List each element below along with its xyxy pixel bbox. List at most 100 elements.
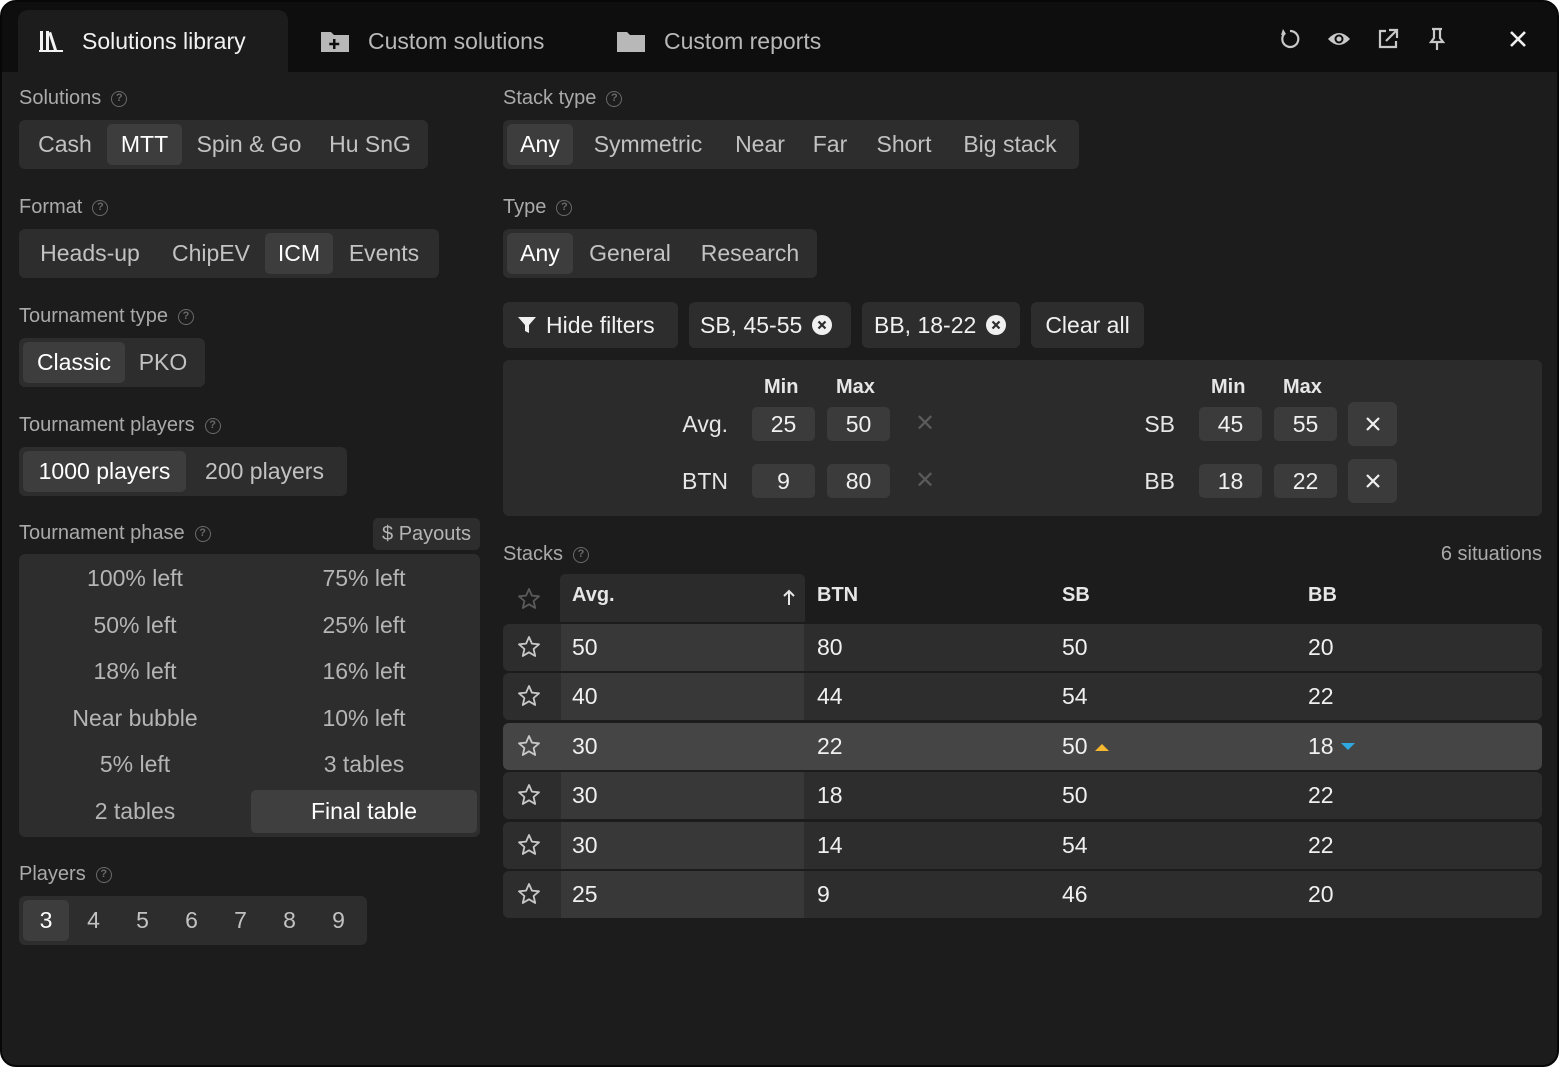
star-header-icon[interactable] [517, 587, 541, 616]
format-option-heads-up[interactable]: Heads-up [23, 233, 157, 274]
clear-all-button[interactable]: Clear all [1031, 302, 1144, 348]
phase-option-selected[interactable]: Final table [251, 790, 477, 833]
solutions-option-mtt[interactable]: MTT [107, 124, 182, 165]
payouts-button[interactable]: $ Payouts [373, 518, 480, 550]
cell-bb: 22 [1308, 683, 1334, 709]
btn-max-input[interactable]: 80 [827, 464, 890, 498]
help-icon[interactable]: ? [95, 866, 112, 883]
close-icon[interactable] [1506, 27, 1530, 51]
tournament-type-option-pko[interactable]: PKO [125, 342, 201, 383]
avg-min-input[interactable]: 25 [752, 407, 815, 441]
format-option-chipev[interactable]: ChipEV [157, 233, 265, 274]
clear-btn-icon[interactable]: ✕ [915, 466, 935, 495]
phase-option[interactable]: 50% left [22, 604, 248, 647]
remove-chip-icon[interactable] [986, 315, 1007, 335]
format-option-events[interactable]: Events [333, 233, 435, 274]
table-row[interactable]: 25 9 46 20 [503, 871, 1542, 918]
refresh-icon[interactable] [1278, 27, 1302, 51]
filter-chip-sb[interactable]: SB, 45-55 [689, 302, 851, 348]
phase-option[interactable]: Near bubble [22, 697, 248, 740]
cell-sb: 50 [1062, 733, 1110, 760]
bb-min-input[interactable]: 18 [1199, 464, 1262, 498]
tab-label: Custom solutions [368, 27, 545, 54]
tournament-players-option-200[interactable]: 200 players [186, 451, 343, 492]
sb-max-input[interactable]: 55 [1274, 407, 1337, 441]
players-option[interactable]: 3 [23, 900, 69, 941]
phase-option[interactable]: 75% left [251, 557, 477, 600]
phase-option[interactable]: 2 tables [22, 790, 248, 833]
clear-sb-button[interactable] [1348, 402, 1397, 446]
players-option[interactable]: 4 [69, 900, 118, 941]
table-row-selected[interactable]: 30 22 50 18 [503, 723, 1542, 770]
stack-type-option-any[interactable]: Any [507, 124, 573, 165]
table-row[interactable]: 30 14 54 22 [503, 822, 1542, 869]
close-icon [1365, 417, 1380, 431]
players-option[interactable]: 9 [314, 900, 363, 941]
column-header-sb[interactable]: SB [1062, 584, 1090, 607]
column-header-bb[interactable]: BB [1308, 584, 1337, 607]
stack-type-option-near[interactable]: Near [723, 124, 797, 165]
clear-avg-icon[interactable]: ✕ [915, 409, 935, 438]
filter-chip-bb[interactable]: BB, 18-22 [862, 302, 1020, 348]
column-header-btn[interactable]: BTN [817, 584, 858, 607]
tab-custom-reports[interactable]: Custom reports [616, 10, 821, 72]
help-icon[interactable]: ? [204, 417, 221, 434]
stack-type-option-symmetric[interactable]: Symmetric [573, 124, 723, 165]
phase-option[interactable]: 16% left [251, 650, 477, 693]
stack-type-option-short[interactable]: Short [863, 124, 945, 165]
type-option-general[interactable]: General [573, 233, 687, 274]
help-icon[interactable]: ? [556, 199, 573, 216]
help-icon[interactable]: ? [177, 308, 194, 325]
table-row[interactable]: 50 80 50 20 [503, 624, 1542, 671]
star-icon[interactable] [517, 684, 541, 713]
sb-min-input[interactable]: 45 [1199, 407, 1262, 441]
help-icon[interactable]: ? [92, 199, 109, 216]
phase-option[interactable]: 10% left [251, 697, 477, 740]
phase-option[interactable]: 3 tables [251, 743, 477, 786]
phase-option[interactable]: 18% left [22, 650, 248, 693]
btn-min-input[interactable]: 9 [752, 464, 815, 498]
star-icon[interactable] [517, 734, 541, 763]
star-icon[interactable] [517, 635, 541, 664]
column-header-avg[interactable]: Avg. [572, 584, 615, 607]
players-option[interactable]: 8 [265, 900, 314, 941]
star-icon[interactable] [517, 833, 541, 862]
players-option[interactable]: 5 [118, 900, 167, 941]
bb-max-input[interactable]: 22 [1274, 464, 1337, 498]
type-option-research[interactable]: Research [687, 233, 813, 274]
clear-bb-button[interactable] [1348, 459, 1397, 503]
tournament-type-option-classic[interactable]: Classic [23, 342, 125, 383]
solutions-option-spin-go[interactable]: Spin & Go [182, 124, 316, 165]
solutions-option-hu-sng[interactable]: Hu SnG [316, 124, 424, 165]
folder-icon [617, 32, 645, 52]
tab-solutions-library[interactable]: Solutions library [18, 10, 288, 72]
players-option[interactable]: 6 [167, 900, 216, 941]
table-row[interactable]: 40 44 54 22 [503, 673, 1542, 720]
sort-ascending-icon[interactable] [781, 588, 797, 613]
format-option-icm[interactable]: ICM [265, 233, 333, 274]
type-option-any[interactable]: Any [507, 233, 573, 274]
eye-icon[interactable] [1327, 27, 1351, 51]
tournament-players-option-1000[interactable]: 1000 players [23, 451, 186, 492]
phase-option[interactable]: 5% left [22, 743, 248, 786]
phase-option[interactable]: 100% left [22, 557, 248, 600]
solutions-option-cash[interactable]: Cash [23, 124, 107, 165]
help-icon[interactable]: ? [606, 90, 623, 107]
stack-type-option-big-stack[interactable]: Big stack [945, 124, 1075, 165]
help-icon[interactable]: ? [194, 525, 211, 542]
phase-option[interactable]: 25% left [251, 604, 477, 647]
players-option[interactable]: 7 [216, 900, 265, 941]
help-icon[interactable]: ? [573, 546, 590, 563]
table-row[interactable]: 30 18 50 22 [503, 772, 1542, 819]
help-icon[interactable]: ? [111, 90, 128, 107]
avg-max-input[interactable]: 50 [827, 407, 890, 441]
pin-icon[interactable] [1425, 27, 1449, 51]
tournament-players-heading: Tournament players? [19, 414, 221, 437]
tab-custom-solutions[interactable]: Custom solutions [320, 10, 544, 72]
stack-type-option-far[interactable]: Far [797, 124, 863, 165]
star-icon[interactable] [517, 882, 541, 911]
hide-filters-button[interactable]: Hide filters [503, 302, 678, 348]
external-link-icon[interactable] [1376, 27, 1400, 51]
star-icon[interactable] [517, 783, 541, 812]
remove-chip-icon[interactable] [812, 315, 833, 335]
